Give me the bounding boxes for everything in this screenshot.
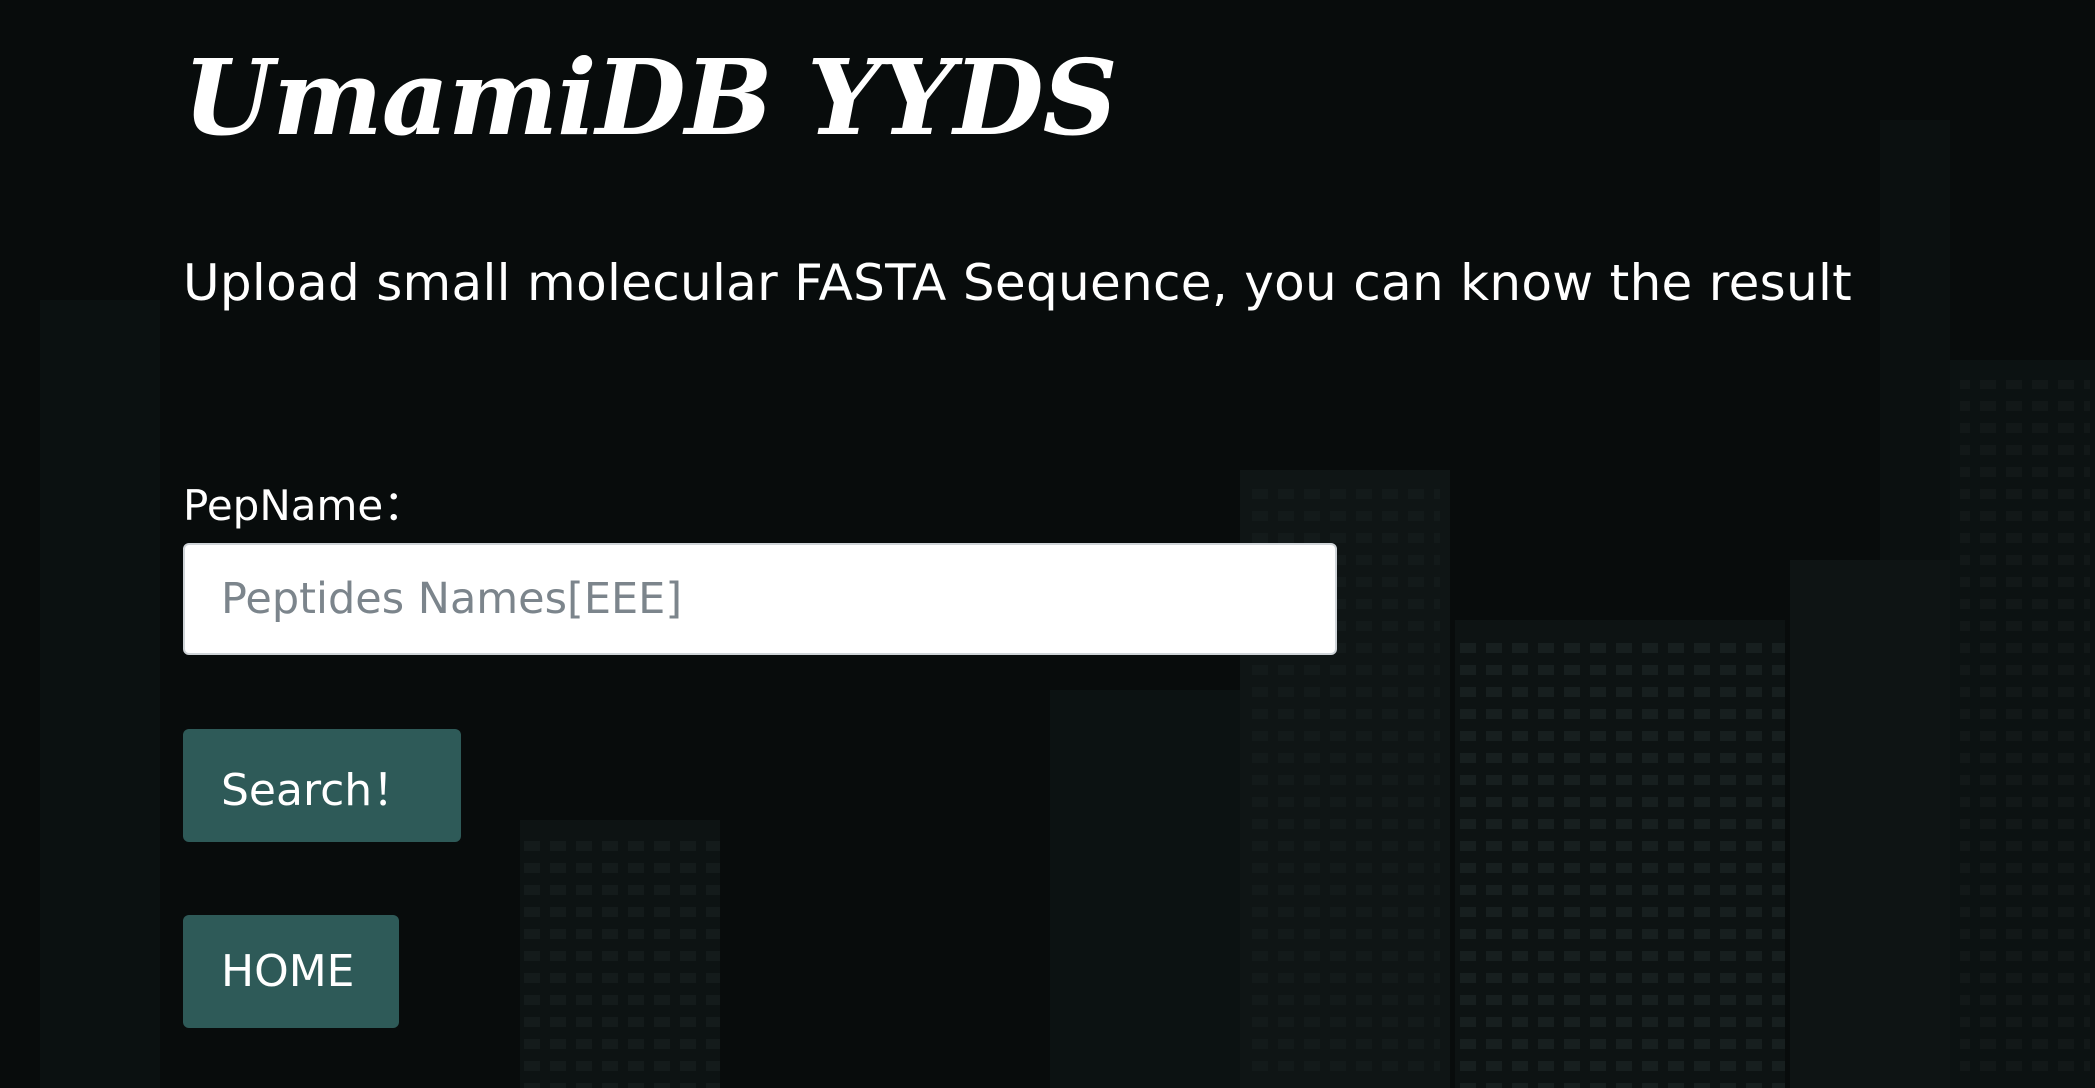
pepname-label: PepName： xyxy=(183,481,426,530)
pepname-input[interactable] xyxy=(183,543,1337,655)
page-title: UmamiDB YYDS xyxy=(183,36,1118,159)
search-button[interactable]: Search！ xyxy=(183,729,461,842)
home-button[interactable]: HOME xyxy=(183,915,399,1028)
page-subtitle: Upload small molecular FASTA Sequence, y… xyxy=(183,254,1853,312)
